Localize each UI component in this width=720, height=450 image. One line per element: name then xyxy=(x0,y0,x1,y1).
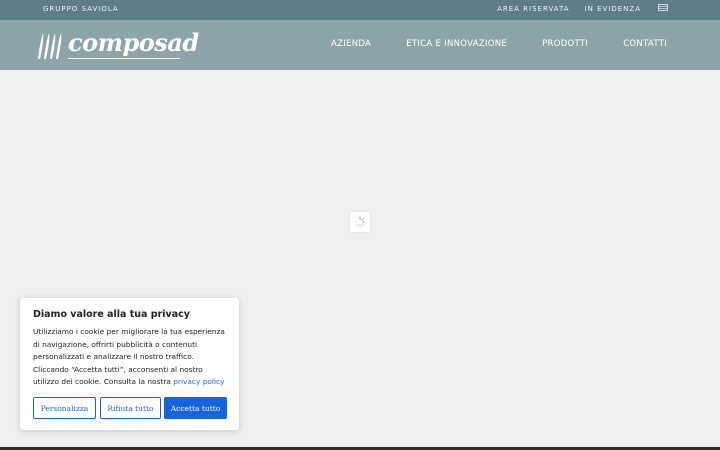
highlights-link[interactable]: IN EVIDENZA xyxy=(585,5,641,13)
flag-icon[interactable] xyxy=(658,4,668,11)
logo-text: composad xyxy=(68,28,199,57)
page-loader xyxy=(350,212,370,232)
cookie-title: Diamo valore alla tua privacy xyxy=(33,309,190,320)
nav-item-prodotti[interactable]: PRODOTTI xyxy=(542,39,588,49)
wheat-logo-icon xyxy=(38,33,62,59)
top-bar: GRUPPO SAVIOLA AREA RISERVATA IN EVIDENZ… xyxy=(0,0,720,20)
customize-button[interactable]: Personalizza xyxy=(33,397,96,419)
main-header: composad AZIENDA ETICA E INNOVAZIONE PRO… xyxy=(0,20,720,70)
reject-all-button[interactable]: Rifiuta tutto xyxy=(100,397,161,419)
main-nav: AZIENDA ETICA E INNOVAZIONE PRODOTTI CON… xyxy=(296,39,667,49)
cookie-text: Utilizziamo i cookie per migliorare la t… xyxy=(33,327,225,386)
nav-item-azienda[interactable]: AZIENDA xyxy=(331,39,371,49)
spinner-icon xyxy=(354,216,366,228)
top-links: AREA RISERVATA IN EVIDENZA xyxy=(497,5,666,13)
nav-item-contatti[interactable]: CONTATTI xyxy=(623,39,667,49)
logo[interactable]: composad xyxy=(35,28,199,61)
accept-all-button[interactable]: Accetta tutto xyxy=(164,397,227,419)
privacy-policy-link[interactable]: privacy policy xyxy=(173,377,224,386)
cookie-banner: Diamo valore alla tua privacy Utilizziam… xyxy=(20,298,239,430)
reserved-area-link[interactable]: AREA RISERVATA xyxy=(497,5,569,13)
nav-item-etica[interactable]: ETICA E INNOVAZIONE xyxy=(406,39,507,49)
logo-underline xyxy=(68,58,180,60)
group-link[interactable]: GRUPPO SAVIOLA xyxy=(43,5,119,13)
